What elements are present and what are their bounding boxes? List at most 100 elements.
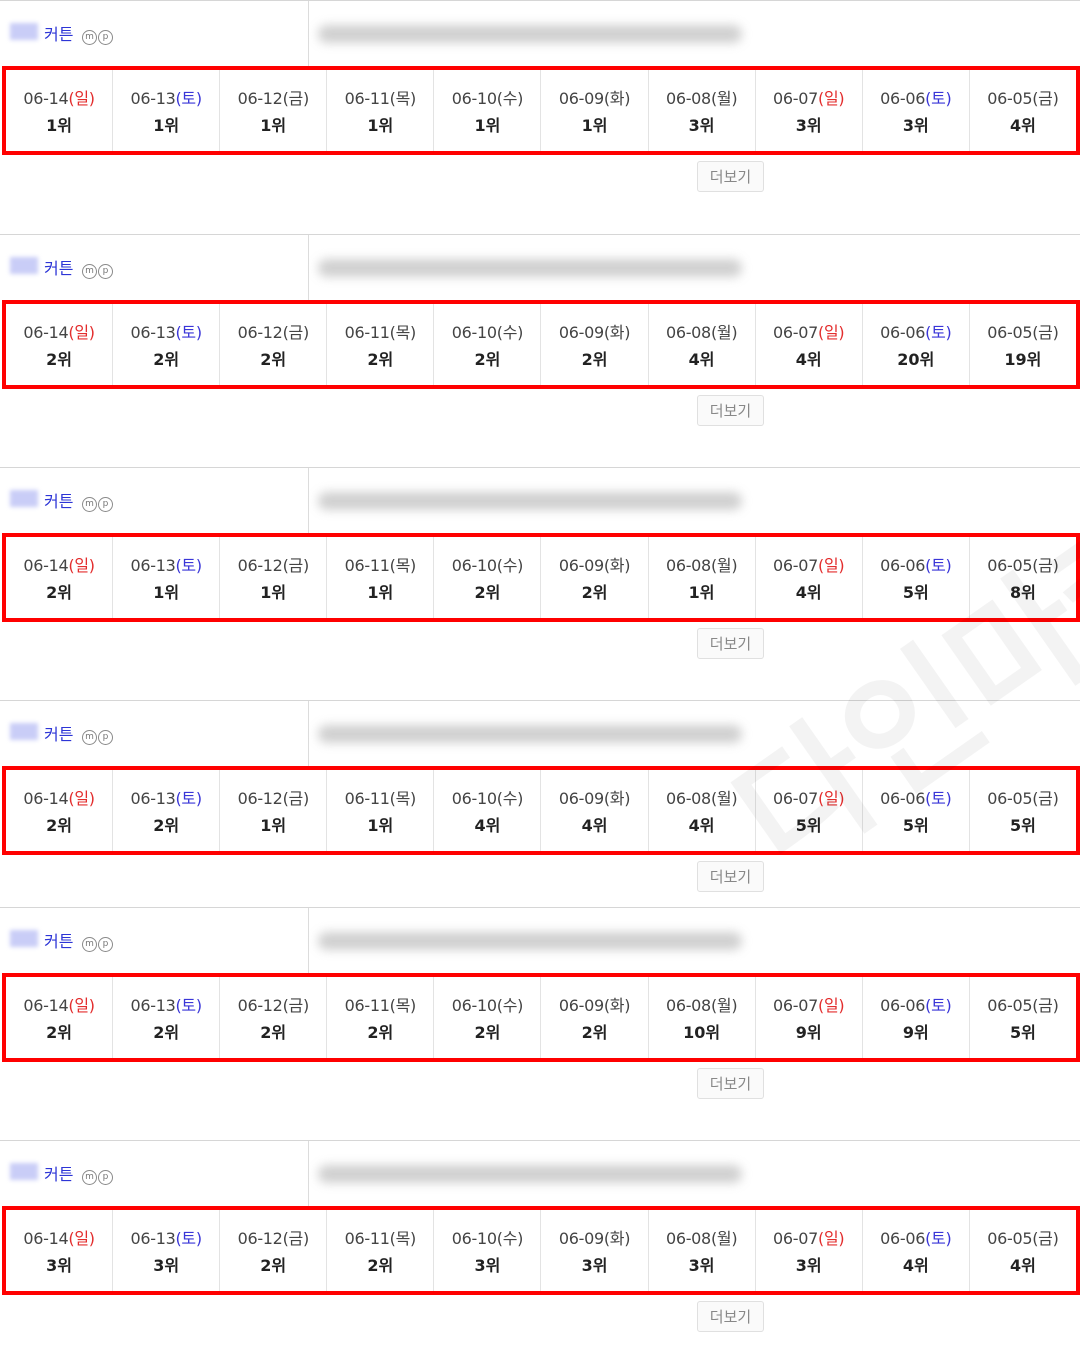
rank-cell: 06-10(수) 2위 [434,977,542,1058]
date-label: 06-13(토) [130,1225,202,1249]
weekday-label: (금) [1032,1229,1059,1248]
rank-cell: 06-08(월) 10위 [649,977,756,1058]
weekday-label: (금) [282,1229,310,1248]
rank-value: 4위 [795,350,822,369]
date-label: 06-06(토) [880,319,952,343]
rank-cell: 06-06(토) 3위 [863,70,970,151]
more-button[interactable]: 더보기 [697,628,764,659]
rank-cell: 06-05(금) 4위 [970,1210,1076,1291]
weekday-label: (토) [925,996,952,1015]
rank-value: 9위 [795,1023,822,1042]
date-text: 06-14 [23,789,69,808]
date-text: 06-08 [665,1229,711,1248]
more-button[interactable]: 더보기 [697,395,764,426]
keyword-block: 커튼 m p 06-14(일) 3위 06-13(토) 3위 06-12(금) 2위 06-11(… [0,1140,1080,1372]
weekday-label: (금) [282,323,310,342]
rank-cell: 06-14(일) 2위 [6,537,114,618]
date-label: 06-12(금) [238,992,310,1016]
date-text: 06-11 [344,996,390,1015]
date-text: 06-12 [237,1229,283,1248]
date-label: 06-06(토) [880,785,952,809]
rank-value: 4위 [795,583,822,602]
date-text: 06-11 [344,1229,390,1248]
more-button[interactable]: 더보기 [697,1068,764,1099]
rank-value: 2위 [474,350,501,369]
date-label: 06-12(금) [237,1225,310,1249]
rank-value: 5위 [1009,1023,1036,1042]
date-text: 06-08 [665,89,711,108]
rank-cell: 06-07(일) 3위 [756,1210,863,1291]
redacted-keyword-prefix [10,930,38,947]
weekday-label: (목) [389,789,417,808]
rank-history-row: 06-14(일) 2위 06-13(토) 1위 06-12(금) 1위 06-11(목) 1위… [2,533,1080,622]
more-button[interactable]: 더보기 [697,161,764,192]
date-text: 06-12 [237,323,283,342]
date-label: 06-12(금) [238,85,310,109]
weekday-label: (금) [282,556,310,575]
date-label: 06-05(금) [987,1225,1059,1249]
device-badges: mp [82,1170,113,1185]
date-label: 06-14(일) [23,319,95,343]
weekday-label: (수) [496,789,524,808]
more-button[interactable]: 더보기 [697,861,764,892]
keyword-link[interactable]: 커튼 [44,1161,73,1185]
rank-value: 3위 [46,1256,72,1275]
rank-value: 1위 [153,583,180,602]
date-label: 06-07(일) [773,552,845,576]
keyword-link[interactable]: 커튼 [44,21,73,45]
rank-cell: 06-14(일) 2위 [6,770,114,851]
weekday-label: (토) [175,323,202,342]
date-text: 06-09 [558,323,604,342]
device-badges: mp [82,30,113,45]
rank-cell: 06-10(수) 3위 [434,1210,542,1291]
keyword-link[interactable]: 커튼 [44,488,73,512]
date-text: 06-13 [130,996,176,1015]
rank-cell: 06-06(토) 4위 [863,1210,970,1291]
date-text: 06-13 [130,556,176,575]
weekday-label: (토) [925,556,952,575]
date-label: 06-07(일) [773,785,845,809]
weekday-label: (금) [1032,556,1059,575]
date-text: 06-07 [773,996,819,1015]
rank-value: 2위 [367,350,394,369]
date-label: 06-12(금) [238,552,310,576]
device-badges: mp [82,730,113,745]
date-text: 06-06 [880,996,926,1015]
weekday-label: (목) [389,996,417,1015]
pc-badge-icon: p [98,497,113,512]
rank-value: 2위 [581,583,608,602]
redacted-url [318,1165,742,1183]
more-button[interactable]: 더보기 [697,1301,764,1332]
date-label: 06-10(수) [452,85,524,109]
date-label: 06-08(월) [665,552,738,576]
weekday-label: (금) [282,789,310,808]
weekday-label: (일) [68,89,95,108]
rank-cell: 06-07(일) 3위 [756,70,863,151]
date-label: 06-10(수) [452,552,524,576]
rank-cell: 06-05(금) 5위 [970,770,1076,851]
keyword-link[interactable]: 커튼 [44,721,73,745]
weekday-label: (일) [68,996,95,1015]
mobile-badge-icon: m [82,264,97,279]
date-text: 06-07 [773,323,819,342]
date-text: 06-09 [558,556,604,575]
weekday-label: (월) [710,996,738,1015]
keyword-link[interactable]: 커튼 [44,255,73,279]
weekday-label: (월) [710,789,738,808]
rank-cell: 06-10(수) 4위 [434,770,542,851]
weekday-label: (금) [1032,89,1059,108]
rank-cell: 06-09(화) 2위 [541,537,649,618]
rank-value: 1위 [688,583,715,602]
date-text: 06-07 [773,1229,819,1248]
rank-cell: 06-10(수) 1위 [434,70,542,151]
rank-value: 3위 [581,1256,608,1275]
date-text: 06-08 [665,556,711,575]
date-text: 06-11 [344,556,390,575]
rank-cell: 06-06(토) 20위 [863,304,970,385]
rank-value: 1위 [581,116,608,135]
rank-cell: 06-06(토) 5위 [863,770,970,851]
rank-cell: 06-08(월) 4위 [649,304,756,385]
keyword-link[interactable]: 커튼 [44,928,73,952]
rank-value: 1위 [46,116,72,135]
weekday-label: (일) [68,789,95,808]
